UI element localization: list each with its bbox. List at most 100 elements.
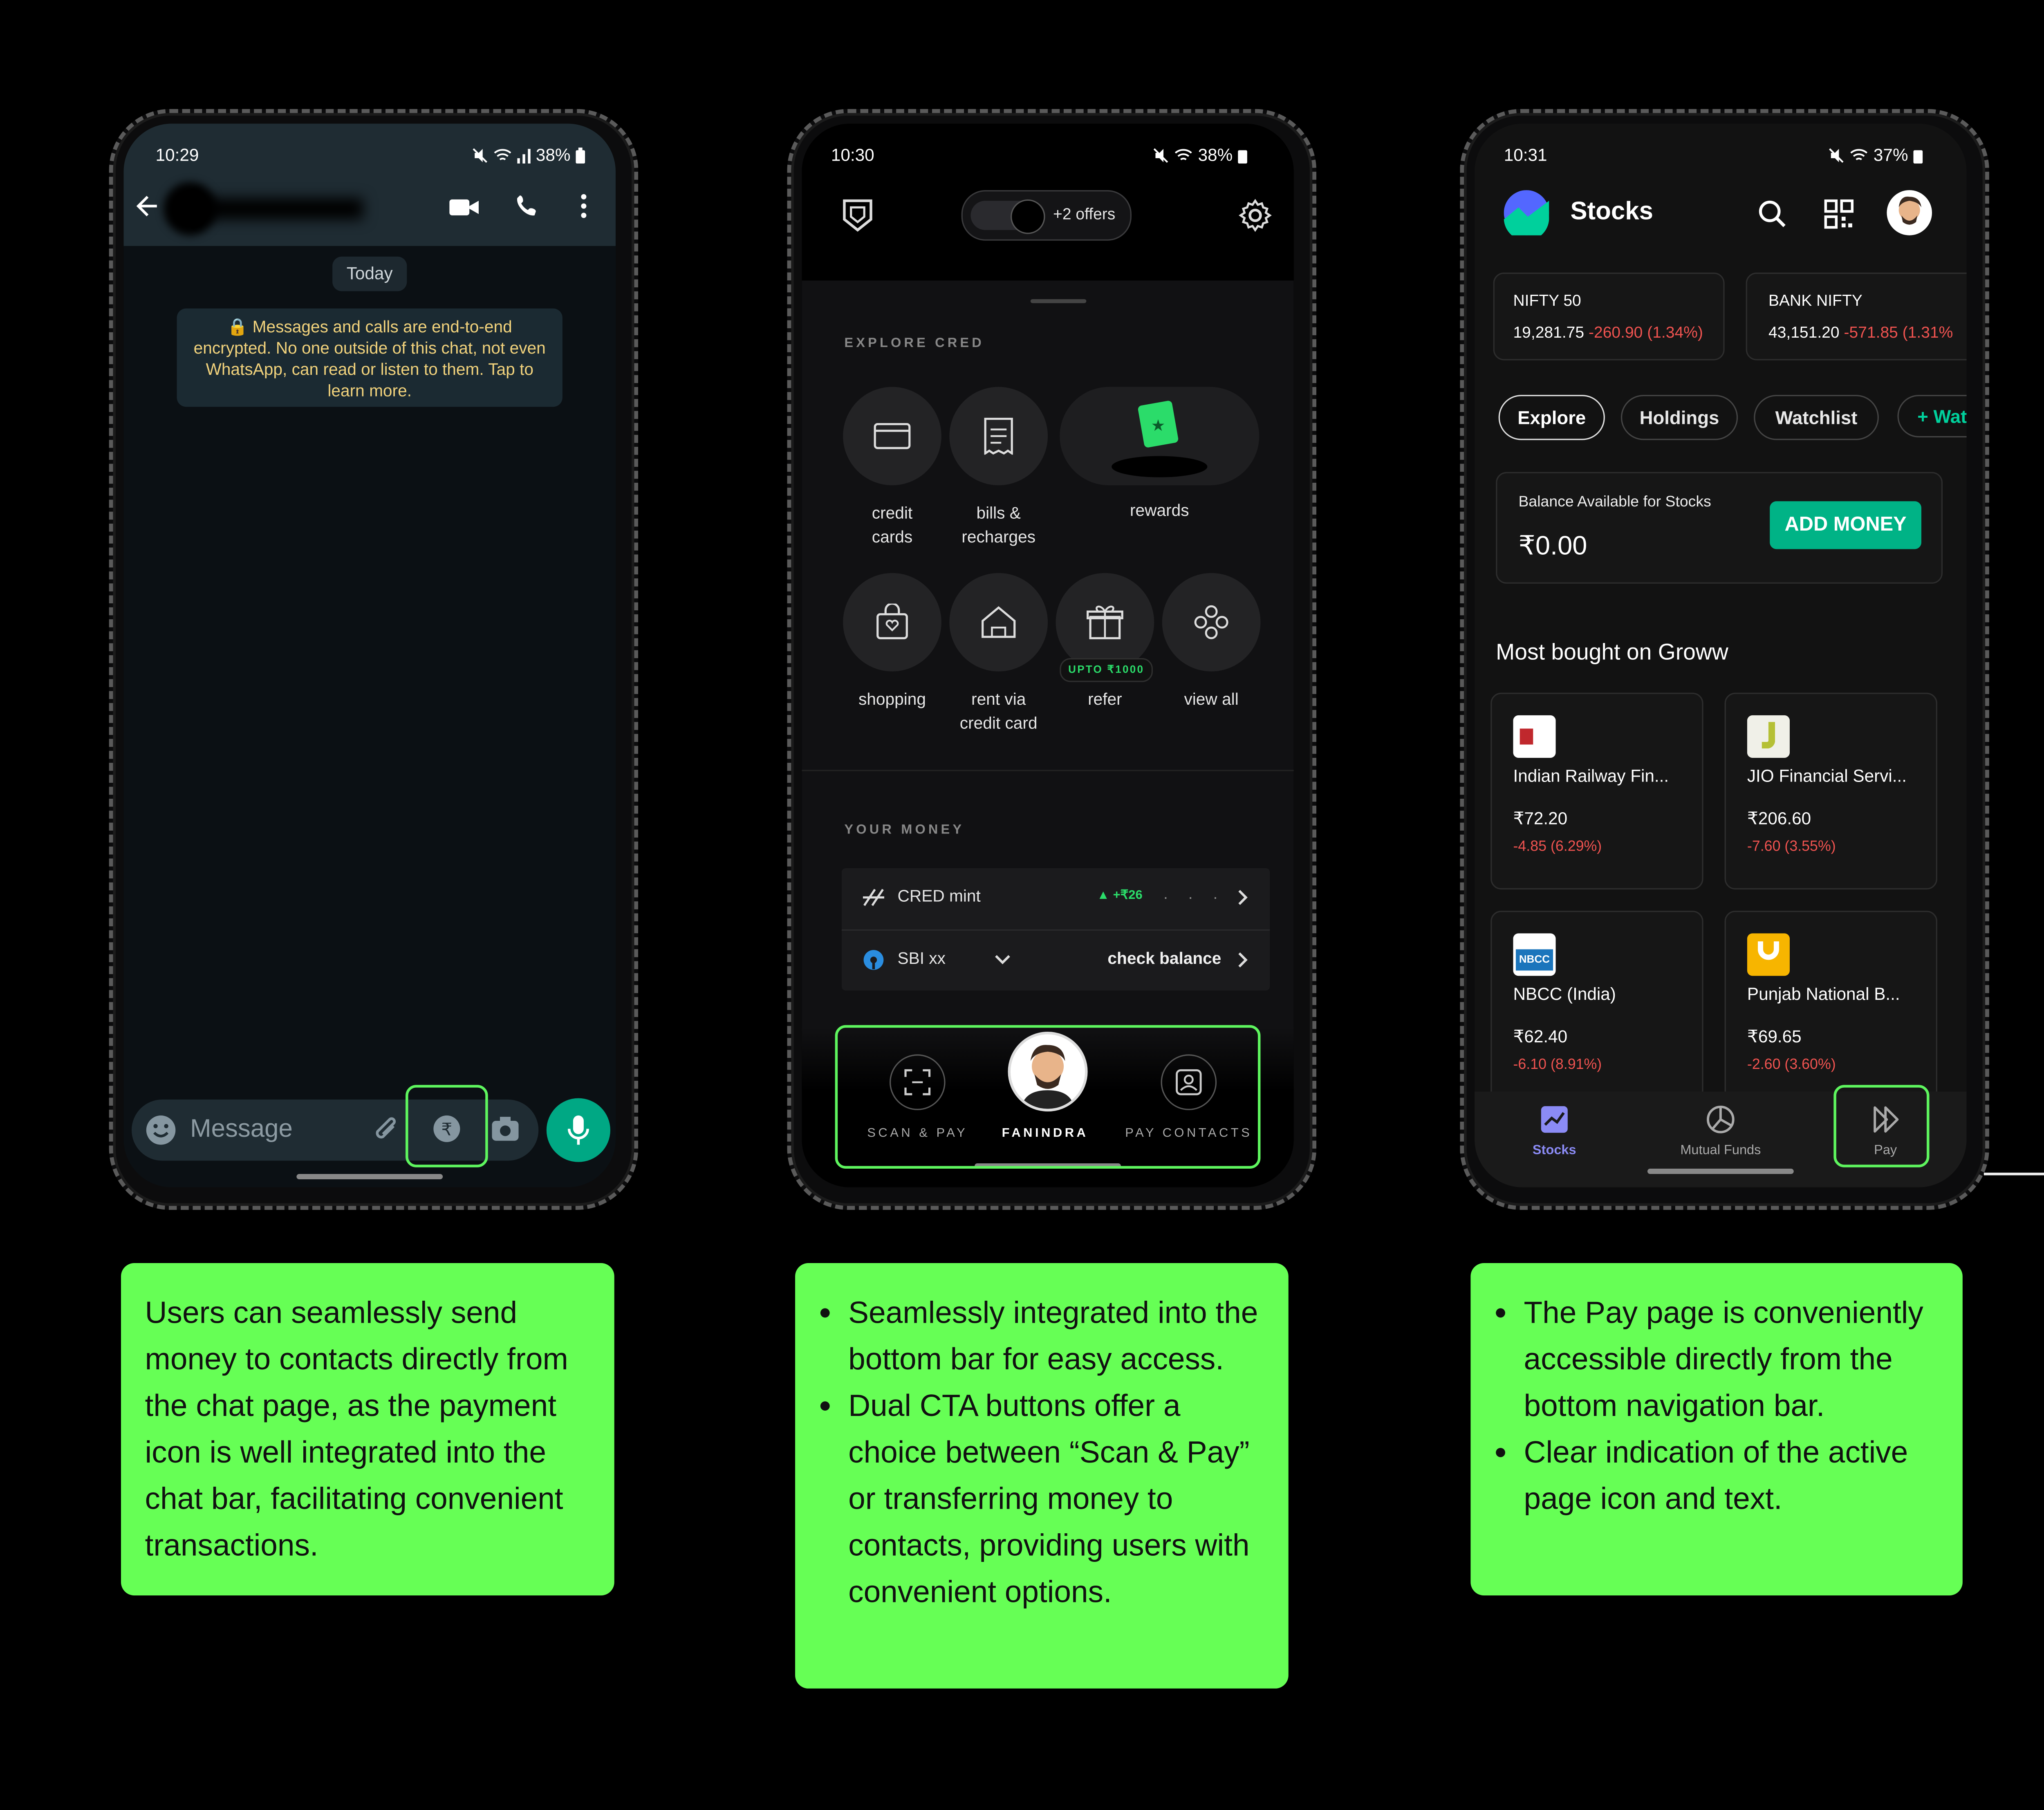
tab-watchlist[interactable]: Watchlist	[1754, 395, 1879, 440]
more-vertical-icon[interactable]	[578, 193, 589, 220]
stock-name: Indian Railway Fin...	[1513, 766, 1669, 786]
stock-card[interactable]: Indian Railway Fin... ₹72.20 -4.85 (6.29…	[1490, 692, 1703, 889]
stock-price: ₹69.65	[1747, 1026, 1802, 1046]
bills-recharges-label: bills & recharges	[961, 504, 1036, 547]
stock-change: -7.60 (3.55%)	[1747, 839, 1836, 855]
mute-icon	[1829, 148, 1844, 162]
phone-icon[interactable]	[515, 193, 541, 220]
rent-tile[interactable]	[949, 573, 1048, 672]
gesture-bar	[1647, 1169, 1794, 1174]
refer-badge: UPTO ₹1000	[1060, 658, 1153, 682]
credit-card-icon	[874, 423, 911, 449]
nav-mutual-funds-label: Mutual Funds	[1680, 1143, 1761, 1158]
cred-note-list: Seamlessly integrated into the bottom ba…	[819, 1290, 1265, 1615]
sbi-label: SBI xx	[897, 949, 946, 968]
groww-phone-frame: 10:31 37% Stocks NIFTY 50 19,281.75 -260…	[1460, 109, 1989, 1210]
date-chip: Today	[332, 256, 407, 291]
battery-icon	[1238, 149, 1248, 163]
status-time: 10:31	[1504, 145, 1547, 165]
chevron-down-icon[interactable]	[995, 954, 1011, 965]
stock-name: Punjab National B...	[1747, 983, 1900, 1004]
page-title: Stocks	[1570, 198, 1653, 226]
emoji-icon[interactable]	[145, 1114, 177, 1146]
decorative-line	[1983, 1172, 2044, 1176]
back-arrow-icon[interactable]	[134, 193, 161, 220]
view-all-tile[interactable]	[1162, 573, 1261, 672]
shopping-bag-icon	[876, 603, 908, 639]
whatsapp-phone-frame: 10:29 38% Today 🔒 Messages and calls are…	[109, 109, 639, 1210]
irfc-logo	[1513, 715, 1556, 758]
stock-card[interactable]: NBCC NBCC (India) ₹62.40 -6.10 (8.91%)	[1490, 911, 1703, 1108]
whatsapp-screen: 10:29 38% Today 🔒 Messages and calls are…	[123, 123, 616, 1187]
attach-icon[interactable]	[371, 1116, 400, 1145]
battery-text: 38%	[536, 145, 571, 165]
stock-card[interactable]: JIO Financial Servi... ₹206.60 -7.60 (3.…	[1724, 692, 1938, 889]
message-input[interactable]: Message	[190, 1116, 293, 1145]
stock-price: ₹72.20	[1513, 808, 1568, 829]
stock-change: -2.60 (3.60%)	[1747, 1057, 1836, 1073]
video-call-icon[interactable]	[448, 195, 480, 220]
status-icons: 38%	[472, 145, 585, 165]
stock-name: NBCC (India)	[1513, 983, 1616, 1004]
signal-icon	[517, 148, 531, 163]
drag-handle[interactable]	[1030, 299, 1087, 303]
cred-mint-row[interactable]: CRED mint ▲ +₹26 . . .	[842, 868, 1270, 927]
bills-recharges-tile[interactable]	[949, 387, 1048, 486]
jio-financial-logo	[1747, 715, 1790, 758]
rewards-tile[interactable]: ★	[1060, 387, 1260, 486]
stocks-chart-icon	[1541, 1106, 1568, 1133]
stock-price: ₹206.60	[1747, 808, 1811, 829]
pnb-logo	[1747, 933, 1790, 976]
battery-text: 37%	[1873, 145, 1908, 165]
balance-value: ₹0.00	[1518, 532, 1587, 561]
offers-label: +2 offers	[1053, 204, 1116, 224]
tab-explore[interactable]: Explore	[1498, 395, 1605, 440]
refer-tile[interactable]	[1056, 573, 1154, 672]
blurred-contact-name[interactable]	[164, 182, 376, 235]
groww-note: The Pay page is conveniently accessible …	[1470, 1263, 1963, 1596]
index-card-banknifty[interactable]: BANK NIFTY 43,151.20 -571.85 (1.31%	[1746, 272, 1967, 361]
cred-mint-gain: ▲ +₹26	[1097, 888, 1143, 903]
groww-note-item: The Pay page is conveniently accessible …	[1524, 1290, 1939, 1429]
groww-logo-icon[interactable]	[1504, 190, 1549, 235]
stock-card[interactable]: Punjab National B... ₹69.65 -2.60 (3.60%…	[1724, 911, 1938, 1108]
sbi-logo-icon	[863, 950, 884, 970]
check-balance-link[interactable]: check balance	[1107, 949, 1221, 968]
cred-note-item: Seamlessly integrated into the bottom ba…	[848, 1290, 1264, 1383]
gesture-bar	[296, 1174, 443, 1180]
encryption-notice[interactable]: 🔒 Messages and calls are end-to-end encr…	[177, 308, 563, 407]
status-icons: 38%	[1153, 145, 1248, 165]
cred-logo-icon[interactable]	[842, 198, 874, 233]
status-icons: 37%	[1828, 145, 1923, 165]
battery-icon	[1913, 149, 1923, 163]
profile-avatar[interactable]	[1887, 190, 1932, 235]
section-title: Most bought on Groww	[1496, 639, 1728, 665]
bill-receipt-icon	[984, 417, 1013, 455]
mic-button[interactable]	[546, 1098, 610, 1162]
camera-icon[interactable]	[491, 1116, 520, 1142]
mute-icon	[473, 148, 487, 162]
settings-gear-icon[interactable]	[1238, 198, 1273, 233]
balance-label: Balance Available for Stocks	[1518, 494, 1711, 511]
stock-change: -6.10 (8.91%)	[1513, 1057, 1602, 1073]
nav-stocks[interactable]: Stocks	[1515, 1105, 1594, 1166]
qr-code-icon[interactable]	[1824, 199, 1854, 229]
offers-chip[interactable]: +2 offers	[961, 190, 1132, 241]
view-all-grid-icon	[1194, 605, 1228, 639]
section-divider	[802, 770, 1294, 771]
tab-add-watchlist[interactable]: + Wat	[1897, 395, 1967, 438]
wifi-icon	[1850, 148, 1868, 160]
tab-holdings[interactable]: Holdings	[1620, 395, 1738, 440]
groww-screen: 10:31 37% Stocks NIFTY 50 19,281.75 -260…	[1475, 123, 1967, 1187]
balance-card: Balance Available for Stocks ₹0.00 ADD M…	[1496, 472, 1943, 584]
index-card-nifty50[interactable]: NIFTY 50 19,281.75 -260.90 (1.34%)	[1493, 272, 1725, 361]
house-icon	[982, 606, 1016, 638]
rewards-label: rewards	[1130, 501, 1189, 520]
shopping-tile[interactable]	[843, 573, 941, 672]
search-icon[interactable]	[1758, 199, 1787, 229]
credit-cards-tile[interactable]	[843, 387, 941, 486]
add-money-button[interactable]: ADD MONEY	[1770, 501, 1922, 549]
nav-mutual-funds[interactable]: Mutual Funds	[1665, 1105, 1776, 1166]
battery-text: 38%	[1198, 145, 1233, 165]
sbi-account-row[interactable]: SBI xx check balance	[842, 931, 1270, 989]
